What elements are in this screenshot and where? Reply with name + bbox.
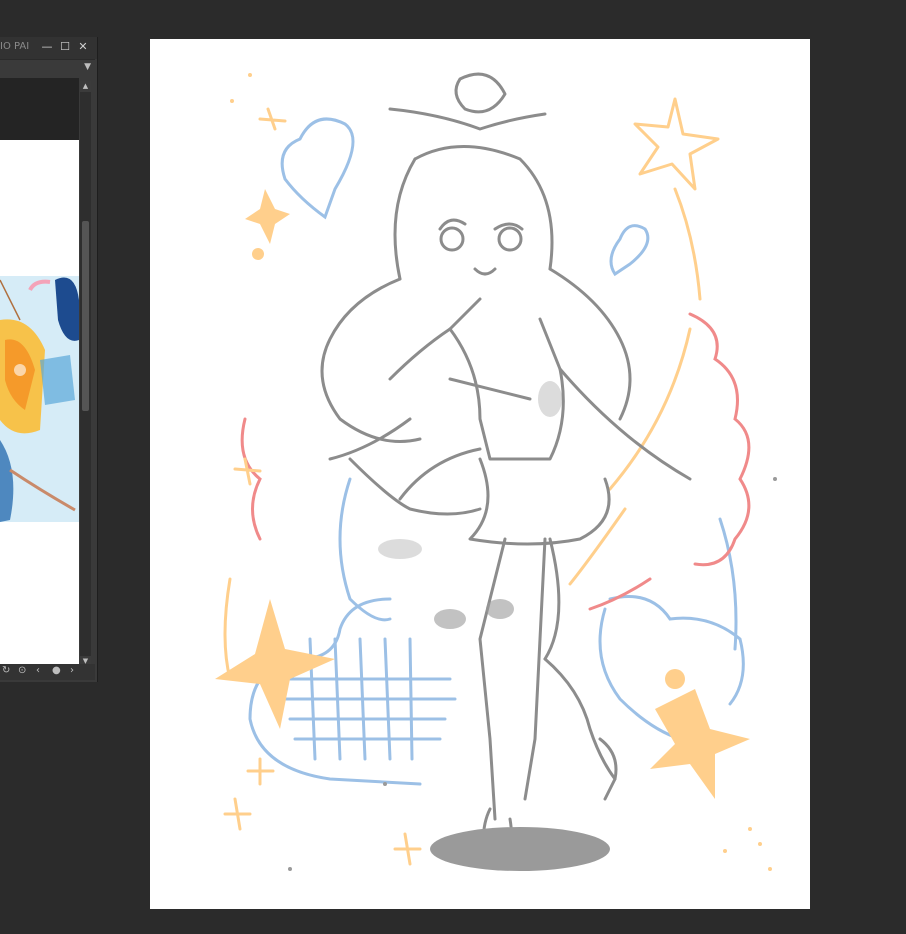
- next-icon[interactable]: ›: [70, 665, 74, 676]
- reference-illustration: [0, 140, 79, 664]
- gray-character-sketch: [320, 72, 692, 871]
- drawing-canvas[interactable]: [150, 39, 810, 909]
- reference-image: [0, 140, 79, 664]
- subview-scrollbar[interactable]: ▲ ▼: [80, 81, 91, 667]
- reset-view-icon[interactable]: ⊙: [18, 665, 26, 676]
- sketch-artwork: [215, 72, 777, 871]
- subview-panel: IO PAI — ☐ ✕ ▼ ▲ ▼ ↻ ⊙ ‹ ● ›: [0, 37, 98, 682]
- chevron-down-icon[interactable]: ▼: [84, 62, 91, 72]
- subview-title: IO PAI: [0, 41, 30, 52]
- minimize-button[interactable]: —: [40, 40, 54, 54]
- subview-titlebar[interactable]: IO PAI — ☐ ✕: [0, 37, 97, 59]
- subview-dropdown[interactable]: ▼: [0, 59, 95, 78]
- orange-star-shapes: [215, 189, 750, 799]
- zoom-slider-icon[interactable]: ●: [52, 665, 61, 676]
- previous-icon[interactable]: ‹: [36, 665, 40, 676]
- rotate-icon[interactable]: ↻: [2, 665, 10, 676]
- red-cloud-strokes: [240, 312, 751, 611]
- maximize-button[interactable]: ☐: [58, 40, 72, 54]
- scroll-up-icon[interactable]: ▲: [80, 81, 91, 92]
- scrollbar-thumb[interactable]: [82, 221, 89, 411]
- subview-bottom-bar: ↻ ⊙ ‹ ● ›: [0, 664, 95, 680]
- orange-line-strokes: [223, 97, 720, 866]
- close-button[interactable]: ✕: [76, 40, 90, 54]
